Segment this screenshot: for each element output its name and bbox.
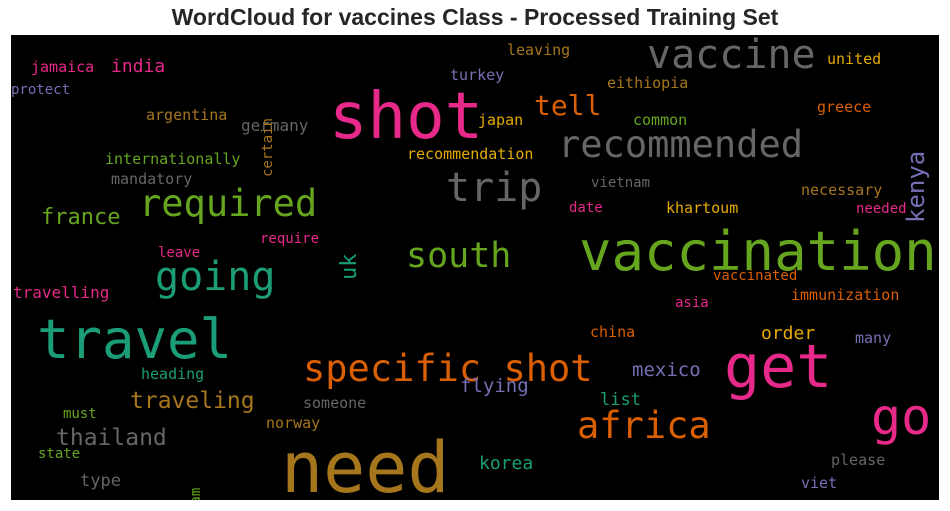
word-list: list [600,390,641,410]
word-uk: uk [337,253,362,281]
word-someone: someone [303,394,367,412]
word-argentina: argentina [146,106,228,124]
word-state: state [38,446,81,462]
word-united: united [827,50,882,68]
word-france: france [41,205,121,230]
word-traveling: traveling [130,388,255,414]
word-require: require [260,231,320,247]
word-recommendation: recommendation [407,145,534,163]
word-heading: heading [141,365,205,383]
word-mexico: mexico [632,359,701,381]
word-certain: certain [260,117,276,177]
word-many: many [855,329,892,347]
word-leave: leave [158,245,201,261]
word-khartoum: khartoum [666,199,739,217]
word-internationally: internationally [105,150,241,168]
word-asia: asia [675,295,709,311]
word-norway: norway [266,414,321,432]
word-turkey: turkey [450,66,505,84]
word-south: south [406,236,512,276]
word-vaccinated: vaccinated [713,268,798,284]
word-vietnam: vietnam [591,175,651,191]
word-specific-shot: specific shot [303,347,593,390]
word-get: get [724,332,833,402]
word-mandatory: mandatory [111,170,193,188]
word-shot: shot [329,80,484,154]
word-must: must [63,406,97,422]
word-immunization: immunization [791,286,900,304]
word-necessary: necessary [801,181,883,199]
word-recommended: recommended [558,123,804,166]
word-need: need [281,427,450,500]
word-type: type [80,471,121,491]
word-jamaica: jamaica [31,58,95,76]
word-kenya: kenya [902,150,930,223]
word-going: going [155,254,276,300]
wordcloud-canvas: need shot vaccination travel get specific sho… [11,35,939,500]
word-japan: japan [478,111,524,129]
word-please: please [831,451,886,469]
word-viet: viet [801,474,838,492]
word-common: common [633,111,688,129]
word-go: go [871,388,932,446]
word-needed: needed [856,201,907,217]
word-eithiopia: eithiopia [607,74,689,92]
word-protect: protect [11,82,71,98]
word-order: order [761,323,816,344]
word-china: china [590,323,636,341]
word-vaccine: vaccine [647,35,816,78]
word-required: required [139,182,318,225]
word-travel: travel [37,308,233,371]
word-korea: korea [479,453,534,474]
word-india: india [111,56,166,77]
word-flying: flying [460,375,529,397]
word-africa: africa [577,404,711,447]
word-leaving: leaving [507,41,571,59]
chart-title: WordCloud for vaccines Class - Processed… [171,4,779,30]
word-tell: tell [534,89,602,122]
word-nam: nam [188,488,204,500]
word-travelling: travelling [13,283,110,302]
word-date: date [569,200,603,216]
word-greece: greece [817,98,872,116]
word-trip: trip [446,165,543,211]
